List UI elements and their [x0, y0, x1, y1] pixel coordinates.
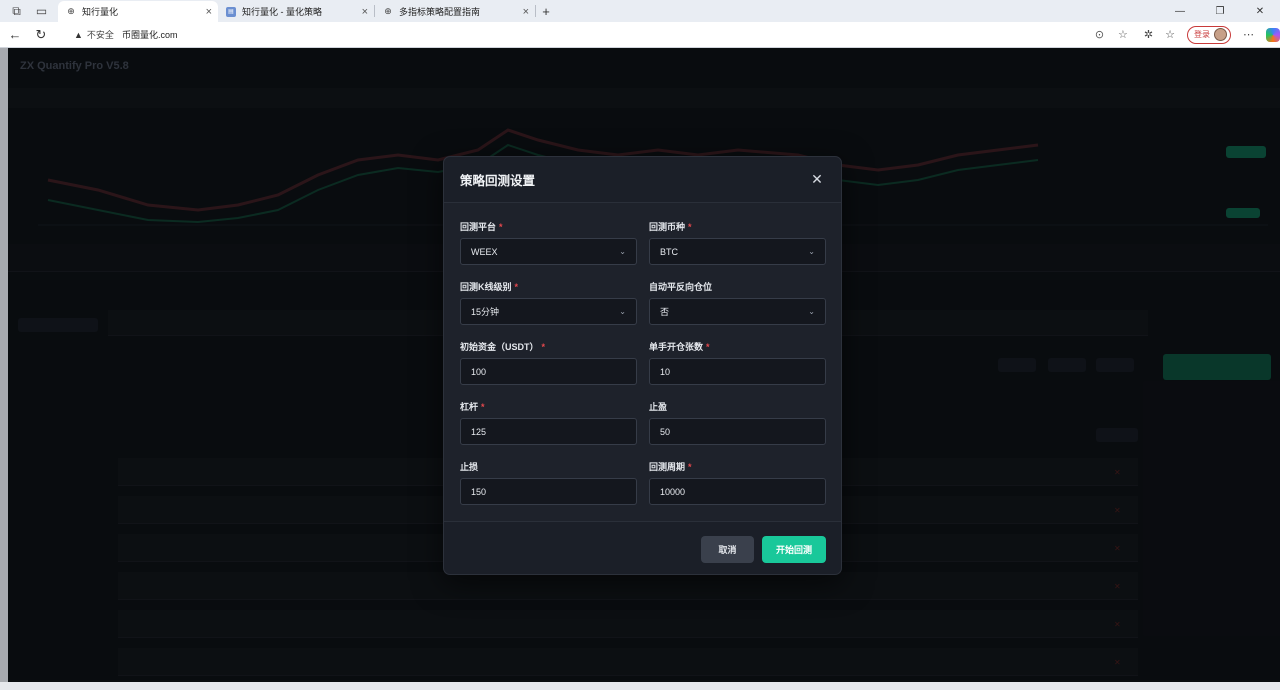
kline-field: 回测K线级别 * 15分钟 ⌄	[460, 281, 637, 325]
field-label: 止损	[460, 462, 479, 472]
taskbar-edge	[0, 682, 1280, 690]
copilot-icon[interactable]	[1266, 27, 1280, 42]
auto-close-value: 否	[660, 307, 670, 317]
workspaces-icon[interactable]: ⧉	[10, 4, 24, 18]
take-profit-field: 止盈 50	[649, 401, 826, 445]
period-field: 回测周期 * 10000	[649, 461, 826, 505]
window-controls: — ❐ ✕	[1160, 0, 1280, 22]
url-actions: ⊙ ☆	[1095, 28, 1128, 41]
close-icon[interactable]: ×	[206, 6, 212, 18]
field-label: 初始资金（USDT） *	[460, 342, 546, 352]
close-window-icon[interactable]: ✕	[1240, 0, 1280, 22]
refresh-icon[interactable]: ↻	[30, 24, 52, 46]
stop-loss-input[interactable]: 150	[460, 478, 637, 505]
tab-guide[interactable]: ⊕ 多指标策略配置指南 ×	[375, 1, 535, 22]
new-tab-button[interactable]: +	[536, 1, 556, 22]
leverage-field: 杠杆 * 125	[460, 401, 637, 445]
favorite-star-icon[interactable]: ☆	[1118, 28, 1128, 41]
field-label: 杠杆 *	[460, 402, 485, 412]
tab-zhixing[interactable]: ⊕ 知行量化 ×	[58, 1, 218, 22]
required-asterisk: *	[514, 282, 519, 292]
favorites-icon[interactable]: ☆	[1165, 28, 1175, 41]
auto-close-field: 自动平反向仓位 否 ⌄	[649, 281, 826, 325]
period-input[interactable]: 10000	[649, 478, 826, 505]
field-label: 回测K线级别 *	[460, 282, 519, 292]
minimize-icon[interactable]: —	[1160, 0, 1200, 22]
chevron-down-icon: ⌄	[808, 247, 815, 256]
globe-icon: ⊕	[384, 6, 392, 16]
leverage-value: 125	[471, 426, 487, 437]
contracts-input[interactable]: 10	[649, 358, 826, 385]
required-asterisk: *	[706, 342, 710, 352]
warning-icon[interactable]: ▲	[74, 30, 83, 40]
capital-value: 100	[471, 366, 487, 377]
doc-icon: ▤	[226, 6, 236, 17]
modal-header: 策略回测设置 ✕	[444, 157, 841, 203]
modal-body: 回测平台 * WEEX ⌄ 回测币种 * BTC ⌄ 回测K线级别 * 15分钟 ⌄ …	[444, 203, 841, 521]
period-value: 10000	[660, 486, 686, 497]
close-icon[interactable]: ×	[523, 6, 529, 18]
symbol-value: BTC	[660, 246, 678, 257]
contracts-field: 单手开仓张数 * 10	[649, 341, 826, 385]
login-label: 登录	[1194, 30, 1211, 39]
tab-title: 知行量化 - 量化策略	[242, 7, 322, 17]
restore-icon[interactable]: ❐	[1200, 0, 1240, 22]
login-button[interactable]: 登录	[1187, 25, 1232, 44]
url-text[interactable]: 币圈量化.com	[122, 28, 178, 41]
take-profit-input[interactable]: 50	[649, 418, 826, 445]
symbol-field: 回测币种 * BTC ⌄	[649, 221, 826, 265]
chevron-down-icon: ⌄	[808, 307, 815, 316]
chevron-down-icon: ⌄	[619, 307, 626, 316]
back-icon[interactable]: ←	[4, 24, 26, 46]
cancel-button[interactable]: 取消	[701, 536, 754, 563]
platform-value: WEEX	[471, 246, 498, 257]
stop-loss-value: 150	[471, 486, 487, 497]
address-bar: ← ↻ ▲ 不安全 币圈量化.com ⊙ ☆ ✲ ☆ 登录 ⋯	[0, 22, 1280, 48]
toolbar-icons: ✲ ☆ 登录 ⋯	[1144, 25, 1280, 44]
required-asterisk: *	[499, 222, 503, 232]
required-asterisk: *	[688, 462, 692, 472]
capital-field: 初始资金（USDT） * 100	[460, 341, 637, 385]
modal-title: 策略回测设置	[460, 174, 536, 188]
stop-loss-field: 止损 150	[460, 461, 637, 505]
tab-title: 多指标策略配置指南	[399, 7, 481, 17]
contracts-value: 10	[660, 366, 671, 377]
browser-tab-bar: ⧉ ▭ ⊕ 知行量化 × ▤ 知行量化 - 量化策略 × ⊕ 多指标策略配置指南…	[0, 0, 1280, 22]
required-asterisk: *	[688, 222, 692, 232]
chevron-down-icon: ⌄	[619, 247, 626, 256]
modal-footer: 取消 开始回测	[444, 521, 841, 575]
close-icon[interactable]: ×	[362, 6, 368, 18]
required-asterisk: *	[481, 402, 485, 412]
field-label: 回测币种 *	[649, 222, 692, 232]
url-field[interactable]: ▲ 不安全 币圈量化.com ⊙ ☆	[66, 24, 1136, 45]
symbol-select[interactable]: BTC ⌄	[649, 238, 826, 265]
leverage-input[interactable]: 125	[460, 418, 637, 445]
take-profit-value: 50	[660, 426, 671, 437]
tab-actions: ⧉ ▭	[0, 0, 58, 22]
tab-strategy[interactable]: ▤ 知行量化 - 量化策略 ×	[218, 1, 374, 22]
auto-close-select[interactable]: 否 ⌄	[649, 298, 826, 325]
required-asterisk: *	[541, 342, 546, 352]
avatar	[1214, 28, 1228, 41]
field-label: 回测周期 *	[649, 462, 692, 472]
close-icon[interactable]: ✕	[809, 171, 825, 188]
platform-select[interactable]: WEEX ⌄	[460, 238, 637, 265]
capital-input[interactable]: 100	[460, 358, 637, 385]
field-label: 回测平台 *	[460, 222, 503, 232]
start-backtest-button[interactable]: 开始回测	[762, 536, 826, 563]
extensions-icon[interactable]: ✲	[1144, 28, 1153, 41]
platform-field: 回测平台 * WEEX ⌄	[460, 221, 637, 265]
kline-select[interactable]: 15分钟 ⌄	[460, 298, 637, 325]
field-label: 止盈	[649, 402, 668, 412]
more-options-icon[interactable]: ⊙	[1095, 28, 1104, 41]
backtest-settings-modal: 策略回测设置 ✕ 回测平台 * WEEX ⌄ 回测币种 * BTC ⌄ 回测K线级别…	[443, 156, 842, 575]
tab-list-icon[interactable]: ▭	[35, 4, 49, 18]
kline-value: 15分钟	[471, 307, 500, 317]
field-label: 自动平反向仓位	[649, 282, 713, 292]
globe-icon: ⊕	[67, 6, 75, 16]
field-label: 单手开仓张数 *	[649, 342, 710, 352]
menu-dots-icon[interactable]: ⋯	[1243, 28, 1254, 41]
insecure-label[interactable]: 不安全	[87, 28, 114, 41]
tab-title: 知行量化	[82, 7, 119, 17]
